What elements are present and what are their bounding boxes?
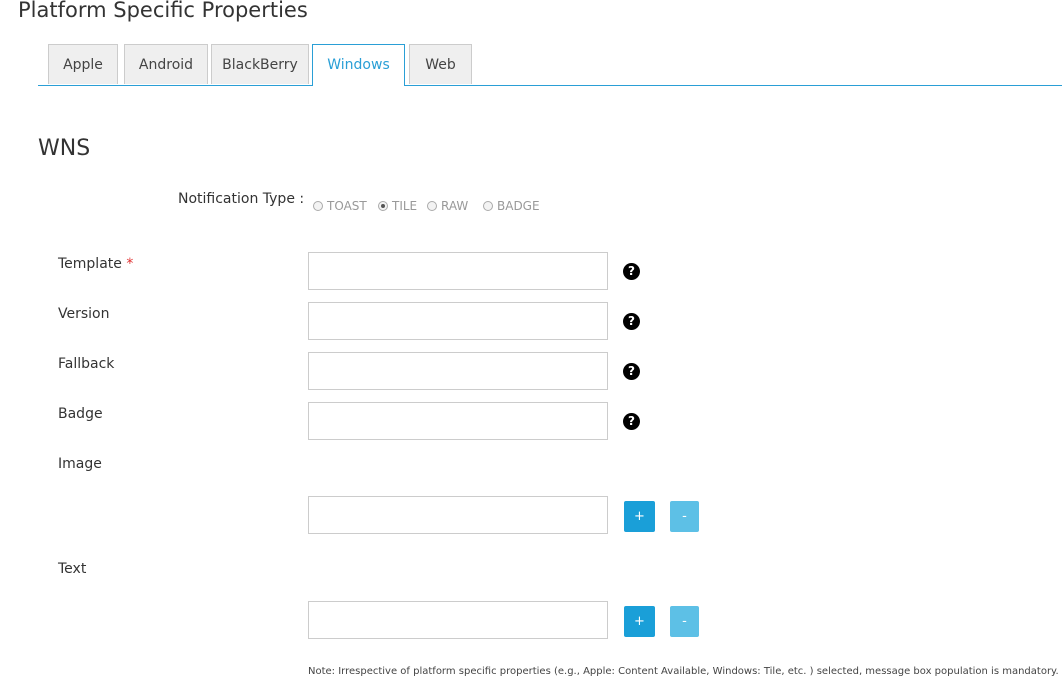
version-label: Version: [58, 306, 110, 322]
remove-text-button[interactable]: -: [670, 606, 699, 637]
radio-button-icon[interactable]: [313, 201, 323, 211]
radio-button-icon[interactable]: [483, 201, 493, 211]
radio-raw-label: RAW: [441, 199, 469, 213]
page-title: Platform Specific Properties: [18, 0, 308, 22]
question-circle-icon[interactable]: ?: [623, 263, 640, 280]
template-label-text: Template: [58, 256, 122, 272]
radio-badge[interactable]: BADGE: [483, 199, 540, 213]
version-input[interactable]: [308, 302, 608, 340]
section-title: WNS: [38, 136, 91, 161]
add-text-button[interactable]: +: [624, 606, 655, 637]
template-input[interactable]: [308, 252, 608, 290]
mandatory-note: Note: Irrespective of platform specific …: [308, 666, 1059, 677]
tab-apple[interactable]: Apple: [48, 44, 118, 84]
radio-button-checked-icon[interactable]: [378, 201, 388, 211]
radio-toast-label: TOAST: [327, 199, 367, 213]
text-label: Text: [58, 561, 87, 577]
radio-toast[interactable]: TOAST: [313, 199, 367, 213]
question-circle-icon[interactable]: ?: [623, 413, 640, 430]
notification-type-label: Notification Type :: [178, 191, 305, 207]
radio-raw[interactable]: RAW: [427, 199, 468, 213]
radio-button-icon[interactable]: [427, 201, 437, 211]
question-circle-icon[interactable]: ?: [623, 363, 640, 380]
text-input[interactable]: [308, 601, 608, 639]
radio-badge-label: BADGE: [497, 199, 540, 213]
tab-web[interactable]: Web: [409, 44, 472, 84]
fallback-input[interactable]: [308, 352, 608, 390]
remove-image-button[interactable]: -: [670, 501, 699, 532]
platform-tabs: Apple Android BlackBerry Windows Web: [38, 44, 1062, 86]
image-input[interactable]: [308, 496, 608, 534]
tab-windows[interactable]: Windows: [312, 44, 405, 86]
badge-input[interactable]: [308, 402, 608, 440]
radio-tile-label: TILE: [392, 199, 418, 213]
tab-android[interactable]: Android: [124, 44, 208, 84]
radio-tile[interactable]: TILE: [378, 199, 417, 213]
template-label: Template *: [58, 256, 133, 272]
image-label: Image: [58, 456, 102, 472]
add-image-button[interactable]: +: [624, 501, 655, 532]
question-circle-icon[interactable]: ?: [623, 313, 640, 330]
required-mark: *: [126, 256, 134, 272]
badge-label: Badge: [58, 406, 103, 422]
tab-blackberry[interactable]: BlackBerry: [211, 44, 309, 84]
fallback-label: Fallback: [58, 356, 115, 372]
